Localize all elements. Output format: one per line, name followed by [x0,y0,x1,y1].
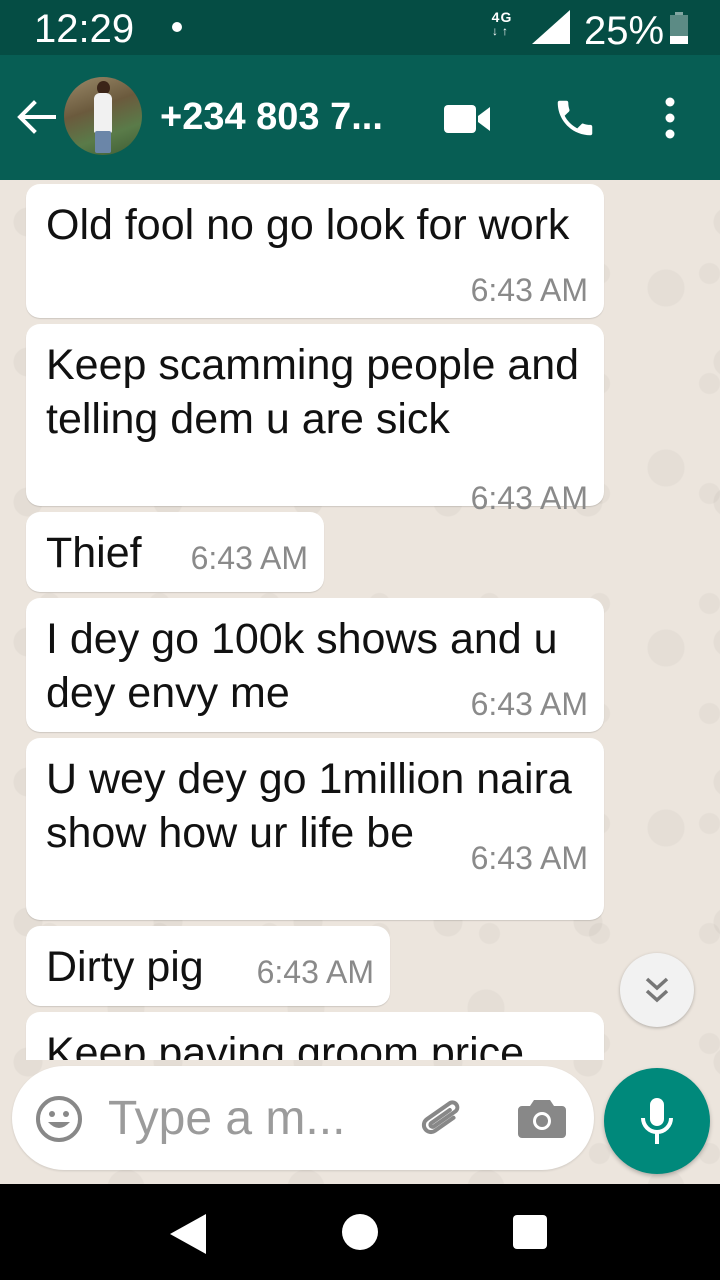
battery-icon [670,12,688,44]
paperclip-icon[interactable] [417,1094,469,1146]
camera-icon[interactable] [518,1096,566,1140]
arrow-back-icon[interactable] [14,95,58,139]
nav-recents-icon[interactable] [513,1215,547,1249]
message-text: Dirty pig [46,943,204,991]
message-bubble[interactable]: I dey go 100k shows and u dey envy me 6:… [26,598,604,732]
contact-name[interactable]: +234 803 7... [160,93,383,141]
nav-back-icon[interactable] [170,1214,206,1254]
message-composer [12,1066,594,1170]
message-bubble[interactable]: U wey dey go 1million naira show how ur … [26,738,604,920]
message-time: 6:43 AM [256,954,374,990]
status-time: 12:29 [34,7,135,51]
message-text: Thief [46,529,142,577]
message-text: Keep scamming people and telling dem u a… [46,341,580,443]
message-bubble[interactable]: Keep paying groom price [26,1012,604,1060]
message-time: 6:43 AM [470,840,588,876]
nav-home-icon[interactable] [342,1214,378,1250]
message-input[interactable] [108,1086,370,1150]
message-time: 6:43 AM [470,272,588,308]
network-type-icon: 4G ↓↑ [482,10,522,38]
battery-percent: 25% [584,9,665,53]
more-vert-icon[interactable] [656,95,684,141]
emoji-icon[interactable] [34,1094,84,1144]
message-bubble[interactable]: Keep scamming people and telling dem u a… [26,324,604,514]
signal-icon [532,10,570,44]
message-text: Keep paying groom price [46,1029,525,1060]
message-text: Old fool no go look for work [46,201,570,249]
notification-dot-icon [172,22,182,32]
chat-area[interactable]: Old fool no go look for work 6:43 AM Kee… [0,180,720,1184]
network-label: 4G [491,9,513,25]
message-bubble[interactable]: Old fool no go look for work 6:43 AM [26,184,604,318]
message-bubble[interactable]: Dirty pig 6:43 AM [26,926,390,1006]
message-time: 6:43 AM [470,686,588,722]
voice-record-button[interactable] [604,1068,710,1174]
system-nav-bar [0,1184,720,1280]
videocam-icon[interactable] [442,99,492,139]
scroll-to-bottom-button[interactable] [620,953,694,1027]
message-list[interactable]: Old fool no go look for work 6:43 AM Kee… [0,180,720,1060]
chevron-double-down-icon [645,977,669,1003]
avatar[interactable] [64,77,142,155]
message-time: 6:43 AM [190,540,308,576]
mic-icon [641,1098,673,1144]
message-time: 6:43 AM [470,480,588,516]
chat-header: +234 803 7... [0,55,720,180]
status-bar: 12:29 4G ↓↑ 25% [0,0,720,55]
data-arrows-icon: ↓↑ [492,24,512,38]
phone-icon[interactable] [552,95,598,141]
message-bubble[interactable]: Thief 6:43 AM [26,512,324,592]
